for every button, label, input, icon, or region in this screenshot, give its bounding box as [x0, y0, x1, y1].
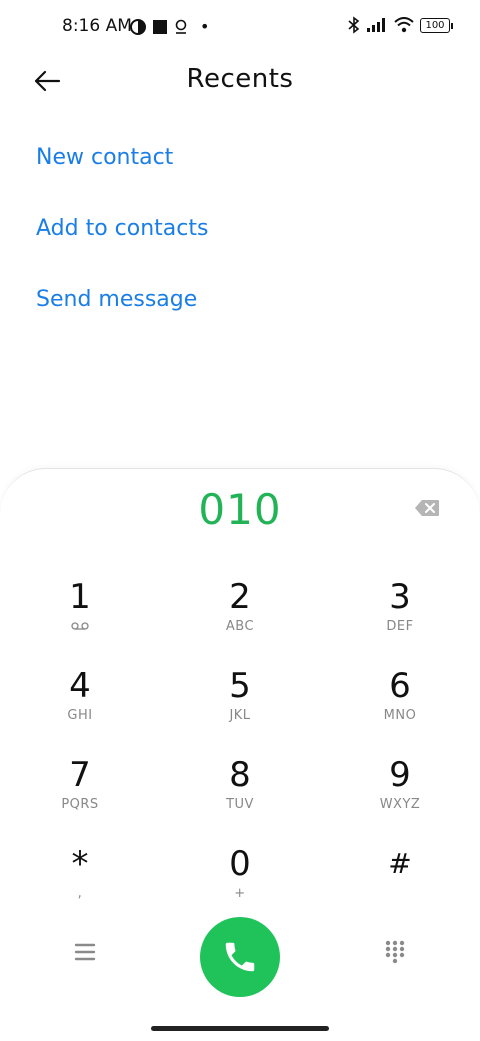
key-letters: DEF — [386, 619, 414, 634]
voicemail-icon — [71, 622, 89, 630]
key-letters: + — [234, 886, 246, 901]
dialpad-grid-icon[interactable] — [384, 939, 406, 965]
key-digit: # — [388, 847, 412, 880]
key-digit: 3 — [389, 577, 411, 617]
key-letters: TUV — [226, 797, 254, 812]
key-digit: 8 — [229, 755, 251, 795]
key-letters: PQRS — [61, 797, 99, 812]
key-7[interactable]: 7 PQRS — [20, 755, 140, 835]
status-time: 8:16 AM — [62, 16, 132, 36]
key-digit: 5 — [229, 666, 251, 706]
key-digit: 2 — [229, 577, 251, 617]
key-6[interactable]: 6 MNO — [340, 666, 460, 746]
key-digit: * — [71, 844, 89, 884]
key-9[interactable]: 9 WXYZ — [340, 755, 460, 835]
key-digit: 7 — [69, 755, 91, 795]
key-letters: MNO — [383, 708, 417, 723]
battery-indicator: 100 — [420, 17, 453, 33]
send-message-link[interactable]: Send message — [36, 282, 208, 353]
key-letters: ABC — [225, 619, 255, 634]
status-right-icons: 100 — [348, 16, 453, 34]
key-digit: 9 — [389, 755, 411, 795]
key-digit: 6 — [389, 666, 411, 706]
home-indicator[interactable] — [151, 1026, 329, 1031]
new-contact-link[interactable]: New contact — [36, 140, 208, 211]
status-bar: 8:16 AM • 100 — [0, 0, 480, 54]
phone-icon — [225, 942, 255, 972]
key-letters: GHI — [67, 708, 93, 723]
key-digit: 4 — [69, 666, 91, 706]
key-letters: JKL — [229, 708, 251, 723]
dialer-bottom-row — [0, 909, 480, 999]
key-digit: 1 — [69, 577, 91, 617]
wifi-icon — [394, 17, 414, 33]
key-letters: WXYZ — [379, 797, 421, 812]
status-left-icons: • — [130, 17, 209, 36]
page-title: Recents — [186, 64, 294, 94]
menu-icon[interactable] — [70, 939, 100, 965]
key-letters: , — [77, 886, 83, 901]
location-pin-icon — [175, 19, 187, 34]
key-digit: 0 — [229, 844, 251, 884]
more-notifications-dot-icon: • — [200, 17, 210, 36]
dialed-number: 010 — [198, 485, 282, 534]
key-3[interactable]: 3 DEF — [340, 577, 460, 657]
call-button[interactable] — [200, 917, 280, 997]
app-header: Recents — [0, 54, 480, 110]
key-2[interactable]: 2 ABC — [180, 577, 300, 657]
action-list: New contact Add to contacts Send message — [36, 140, 208, 353]
square-notification-icon — [153, 19, 167, 34]
dialpad-panel: 010 1 2 ABC 3 DEF 4 GHI 5 JKL 6 MNO 7 PQ… — [0, 468, 480, 1041]
data-saver-icon — [130, 18, 146, 35]
bluetooth-icon — [348, 16, 360, 34]
add-to-contacts-link[interactable]: Add to contacts — [36, 211, 208, 282]
key-4[interactable]: 4 GHI — [20, 666, 140, 746]
signal-icon — [367, 18, 385, 32]
key-8[interactable]: 8 TUV — [180, 755, 300, 835]
backspace-icon[interactable] — [414, 499, 440, 517]
key-5[interactable]: 5 JKL — [180, 666, 300, 746]
key-1[interactable]: 1 — [20, 577, 140, 657]
